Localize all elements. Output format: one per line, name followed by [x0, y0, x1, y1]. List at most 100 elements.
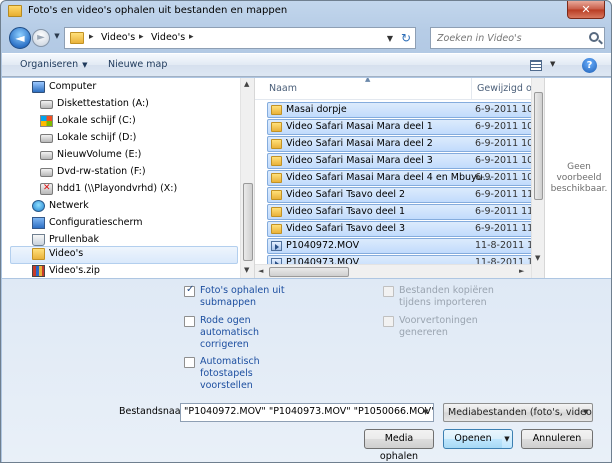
search-input[interactable] — [437, 29, 577, 47]
browser-area: Computer Diskettestation (A:) Lokale sch… — [2, 78, 611, 278]
forward-button[interactable]: ► — [32, 29, 50, 47]
scroll-up-icon[interactable]: ▲ — [244, 80, 249, 88]
get-media-button[interactable]: Media ophalen — [364, 429, 434, 462]
file-row[interactable]: Video Safari Tsavo deel 3 6-9-2011 11:3 — [267, 221, 542, 237]
command-bar: Organiseren ▼ Nieuwe map ▼ ? — [2, 53, 611, 77]
back-button[interactable]: ◄ — [9, 27, 31, 49]
import-options-panel: ✓ Foto's ophalen uit submappen Rode ogen… — [2, 279, 611, 462]
scroll-down-icon[interactable]: ▼ — [244, 266, 249, 274]
nav-item-floppy-a[interactable]: Diskettestation (A:) — [40, 97, 232, 114]
nav-item-drive-e[interactable]: NieuwVolume (E:) — [40, 148, 232, 165]
address-history-chevron-icon[interactable]: ▼ — [387, 34, 393, 43]
organize-button[interactable]: Organiseren ▼ — [20, 59, 87, 70]
cancel-button[interactable]: Annuleren — [521, 429, 593, 449]
view-chevron-down-icon[interactable]: ▼ — [550, 60, 555, 68]
file-name: Video Safari Tsavo deel 2 — [286, 189, 406, 200]
column-date-modified[interactable]: Gewijzigd op — [477, 83, 538, 94]
sort-ascending-icon: ▲ — [365, 78, 371, 83]
column-name[interactable]: Naam — [269, 83, 297, 94]
folder-app-icon — [8, 5, 22, 17]
nav-item-network-x[interactable]: hdd1 (\\Playondvrhd) (X:) — [40, 182, 232, 199]
scroll-left-icon[interactable]: ◄ — [258, 267, 263, 275]
file-type-select[interactable]: Mediabestanden (foto's, video, — [443, 403, 593, 422]
network-drive-disconnected-icon — [40, 183, 53, 195]
auto-stacks-option[interactable]: Automatisch fotostapels voorstellen — [184, 356, 324, 391]
nav-item-dvd-f[interactable]: Dvd-rw-station (F:) — [40, 165, 232, 182]
control-panel-icon — [32, 217, 45, 229]
nav-item-label: Computer — [49, 81, 97, 92]
nav-pane-scrollbar[interactable]: ▲ ▼ — [240, 78, 254, 278]
file-row[interactable]: P1040972.MOV 11-8-2011 10: — [267, 238, 542, 254]
nav-item-drive-c[interactable]: Lokale schijf (C:) — [40, 114, 232, 131]
open-options-chevron-icon[interactable]: ▼ — [502, 429, 513, 449]
nav-item-label: Prullenbak — [49, 234, 99, 245]
file-row[interactable]: Video Safari Masai Mara deel 2 6-9-2011 … — [267, 136, 542, 152]
refresh-icon[interactable]: ↻ — [401, 31, 411, 45]
folder-icon — [271, 122, 282, 132]
chevron-down-icon: ▼ — [82, 61, 88, 69]
file-row[interactable]: Video Safari Tsavo deel 2 6-9-2011 11:2 — [267, 187, 542, 203]
scroll-thumb[interactable] — [534, 92, 543, 200]
include-subfolders-checkbox[interactable]: ✓ — [184, 284, 195, 297]
column-divider[interactable] — [471, 78, 472, 100]
file-type-chevron-icon[interactable]: ▼ — [583, 408, 588, 416]
file-row[interactable]: Video Safari Tsavo deel 1 6-9-2011 11:0 — [267, 204, 542, 220]
folder-icon — [271, 156, 282, 166]
recent-pages-chevron-icon[interactable]: ▼ — [52, 32, 62, 44]
view-options-icon[interactable] — [530, 60, 542, 71]
nav-item-control-panel[interactable]: Configuratiescherm — [32, 216, 232, 233]
file-name: Video Safari Masai Mara deel 4 en Mbuyu.… — [286, 172, 492, 183]
file-name: Masai dorpje — [286, 104, 347, 115]
help-icon[interactable]: ? — [582, 58, 597, 73]
folder-icon — [271, 190, 282, 200]
scroll-thumb[interactable] — [269, 267, 349, 277]
nav-item-label: Video's — [49, 248, 84, 259]
breadcrumb-videos-2[interactable]: Video's — [151, 32, 185, 43]
computer-icon — [32, 81, 45, 93]
nav-item-computer[interactable]: Computer — [32, 80, 232, 97]
nav-item-label: Video's.zip — [49, 265, 100, 276]
copy-files-option: Bestanden kopiëren tijdens importeren — [383, 285, 523, 311]
previews-option: Voorvertoningen genereren — [383, 315, 523, 341]
nav-item-network[interactable]: Netwerk — [32, 199, 232, 216]
red-eye-option[interactable]: Rode ogen automatisch corrigeren — [184, 315, 324, 353]
include-subfolders-option[interactable]: ✓ Foto's ophalen uit submappen — [184, 284, 324, 311]
file-row[interactable]: Masai dorpje 6-9-2011 10:2 — [267, 102, 542, 118]
folder-icon — [70, 32, 84, 44]
scroll-thumb[interactable] — [243, 183, 253, 261]
auto-stacks-checkbox[interactable] — [184, 357, 195, 368]
recycle-bin-icon — [32, 234, 45, 246]
scroll-right-icon[interactable]: ► — [519, 267, 524, 275]
file-row[interactable]: Video Safari Masai Mara deel 3 6-9-2011 … — [267, 153, 542, 169]
close-button[interactable]: ✕ — [567, 1, 605, 19]
nav-item-drive-d[interactable]: Lokale schijf (D:) — [40, 131, 232, 148]
scroll-down-icon[interactable]: ▼ — [535, 254, 540, 262]
file-row[interactable]: Video Safari Masai Mara deel 4 en Mbuyu.… — [267, 170, 542, 186]
breadcrumb-separator-icon[interactable]: ▸ — [139, 32, 144, 42]
new-folder-button[interactable]: Nieuwe map — [108, 59, 167, 70]
address-bar[interactable]: ▸ Video's ▸ Video's ▸ ▼ ↻ — [64, 27, 416, 49]
search-box[interactable] — [430, 27, 605, 49]
window-title: Foto's en video's ophalen uit bestanden … — [28, 5, 288, 16]
file-name: P1040972.MOV — [286, 240, 360, 251]
search-icon[interactable] — [589, 32, 599, 42]
nav-item-videos[interactable]: Video's — [10, 246, 238, 264]
preview-pane: Geen voorbeeld beschikbaar. — [544, 78, 611, 278]
red-eye-checkbox[interactable] — [184, 316, 195, 327]
filename-field[interactable]: "P1040972.MOV" "P1040973.MOV" "P1050066.… — [180, 403, 434, 422]
previews-label: Voorvertoningen genereren — [399, 315, 478, 338]
breadcrumb-videos-1[interactable]: Video's — [101, 32, 135, 43]
nav-item-videos-zip[interactable]: Video's.zip — [32, 264, 232, 278]
folder-icon — [271, 207, 282, 217]
file-list: Naam ▲ Gewijzigd op Masai dorpje 6-9-201… — [254, 78, 544, 278]
breadcrumb-separator-icon[interactable]: ▸ — [89, 32, 94, 42]
file-list-horizontal-scrollbar[interactable]: ◄ ► — [255, 264, 531, 278]
folder-icon — [271, 139, 282, 149]
nav-item-label: Configuratiescherm — [49, 217, 143, 228]
file-row[interactable]: Video Safari Masai Mara deel 1 6-9-2011 … — [267, 119, 542, 135]
file-list-vertical-scrollbar[interactable]: ▼ — [531, 78, 544, 278]
filename-history-chevron-icon[interactable]: ▼ — [423, 408, 428, 416]
open-button[interactable]: Openen — [443, 429, 503, 449]
video-file-icon — [271, 241, 282, 251]
breadcrumb-separator-icon[interactable]: ▸ — [189, 32, 194, 42]
